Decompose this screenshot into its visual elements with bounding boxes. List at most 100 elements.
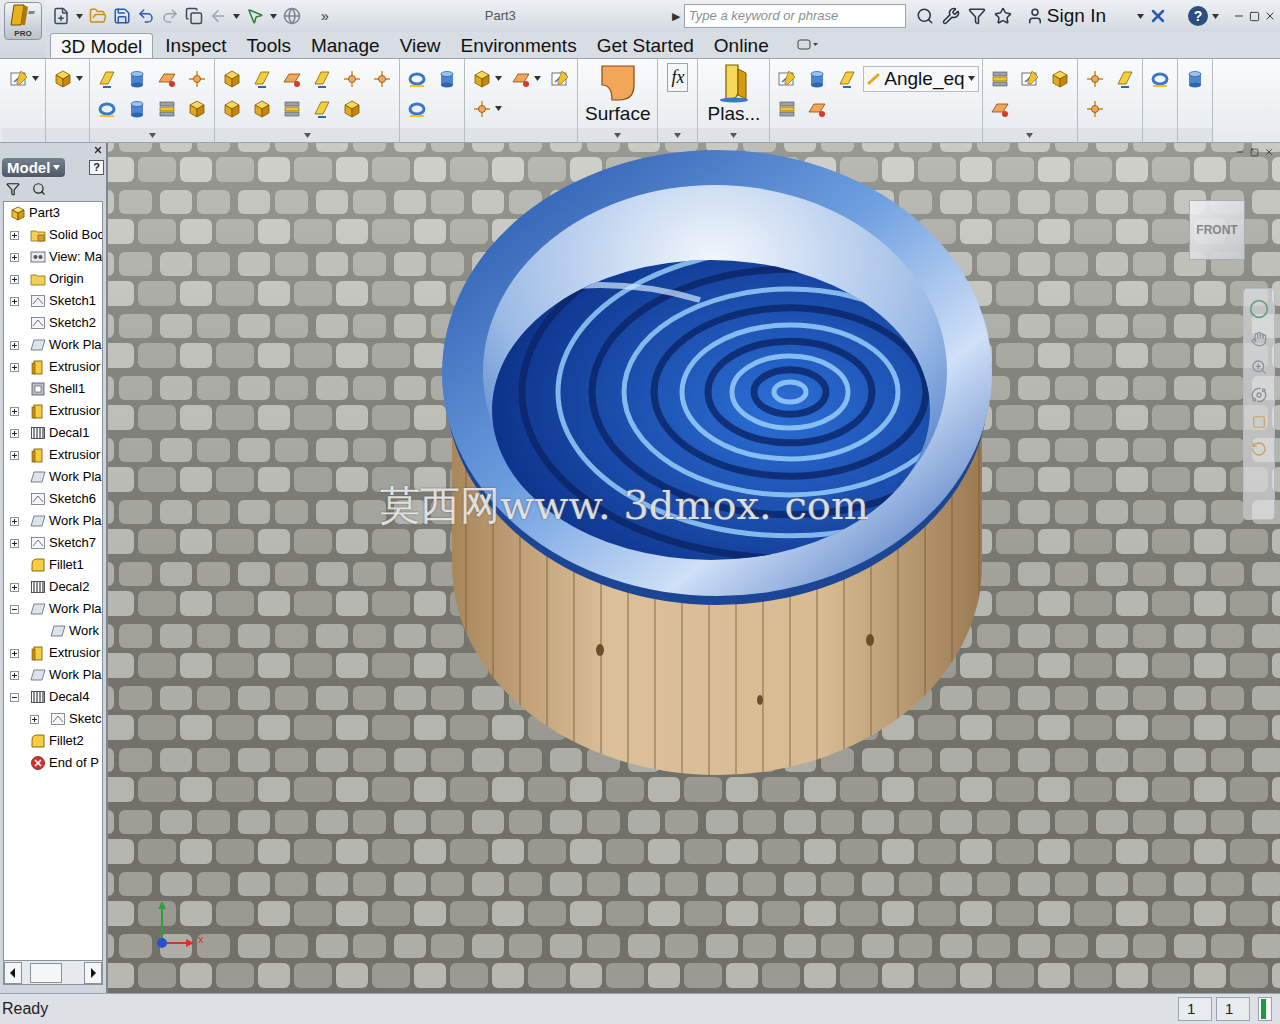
tree-item[interactable]: Work Pla [4,466,102,488]
toolbar-overflow[interactable]: » [321,6,329,27]
tree-item[interactable]: Extrusior [4,642,102,664]
tool-button[interactable] [1081,95,1109,123]
expand-icon[interactable] [10,517,19,526]
new-file-icon[interactable] [52,7,70,25]
viewport-restore-icon[interactable] [1250,148,1259,157]
find-icon[interactable] [32,182,46,196]
tree-item[interactable]: Work [4,620,102,642]
tree-item[interactable]: Sketch6 [4,488,102,510]
ribbon-tab[interactable]: Environments [452,33,584,58]
tool-button[interactable] [308,95,336,123]
ribbon-tab[interactable]: View [392,33,449,58]
sketch-button[interactable] [5,65,42,93]
tool-button[interactable] [468,95,505,123]
collapse-icon[interactable] [10,605,19,614]
tool-button[interactable] [123,95,151,123]
minimize-icon[interactable] [1233,10,1245,22]
ribbon-minimize-icon[interactable] [797,39,819,51]
tool-button[interactable] [1081,65,1109,93]
search-icon[interactable] [916,7,934,25]
tool-button[interactable] [153,65,181,93]
tool-button[interactable] [833,65,861,93]
tree-item[interactable]: Sketch1 [4,290,102,312]
pan-icon[interactable] [1251,331,1267,347]
return-icon[interactable] [209,7,227,25]
tool-button[interactable] [308,65,336,93]
tool-button[interactable] [93,95,121,123]
communication-icon[interactable] [968,7,986,25]
horizontal-scrollbar[interactable] [3,961,103,985]
expand-icon[interactable] [10,451,19,460]
expand-icon[interactable] [10,297,19,306]
tree-item[interactable]: Sketc [4,708,102,730]
sign-in-button[interactable]: Sign In [1022,2,1110,31]
tool-button[interactable] [93,65,121,93]
tree-item[interactable]: Decal2 [4,576,102,598]
tree-item[interactable]: Work Pla [4,598,102,620]
help-button[interactable]: ? [1188,6,1208,26]
bucket-model[interactable] [442,150,1058,800]
tool-button[interactable] [1111,65,1139,93]
search-field[interactable]: Type a keyword or phrase [684,4,906,28]
ribbon-tab[interactable]: Tools [239,33,299,58]
tree-item[interactable]: Extrusior [4,444,102,466]
tree-item[interactable]: Decal1 [4,422,102,444]
expand-icon[interactable] [30,715,39,724]
tree-item[interactable]: Sketch2 [4,312,102,334]
ribbon-tab[interactable]: Inspect [157,33,234,58]
expand-icon[interactable] [10,231,19,240]
tool-button[interactable] [338,65,366,93]
expand-icon[interactable] [10,275,19,284]
look-at-icon[interactable] [1251,441,1267,457]
tool-button[interactable] [368,65,396,93]
plastic-part-button[interactable]: Plas... [701,63,766,125]
tool-button[interactable] [218,95,246,123]
graphics-viewport[interactable]: FRONT莫西网www. 3dmox. comx [106,143,1280,993]
tool-button[interactable] [403,65,431,93]
tool-button[interactable] [1146,65,1174,93]
restore-icon[interactable] [1249,11,1260,22]
tool-button[interactable] [1181,65,1209,93]
tool-button[interactable] [153,95,181,123]
viewport-close-icon[interactable] [1264,147,1274,157]
view-face-icon[interactable] [1252,415,1266,429]
browser-help-button[interactable]: ? [89,160,104,175]
tool-button[interactable] [803,65,831,93]
tree-item[interactable]: Sketch7 [4,532,102,554]
browser-title[interactable]: Model [2,158,65,177]
tree-item[interactable]: Solid Boc [4,224,102,246]
tool-button[interactable] [468,65,505,93]
save-icon[interactable] [113,7,131,25]
view-cube[interactable]: FRONT [1189,200,1245,260]
collapse-icon[interactable] [10,693,19,702]
steering-wheel-icon[interactable] [1249,299,1269,319]
favorites-icon[interactable] [994,7,1012,25]
tool-button[interactable] [546,65,574,93]
tree-item[interactable]: Origin [4,268,102,290]
tree-item[interactable]: Part3 [4,202,102,224]
tool-button[interactable] [248,65,276,93]
expand-icon[interactable] [10,253,19,262]
tool-button[interactable] [278,65,306,93]
tool-button[interactable] [803,95,831,123]
close-icon[interactable] [1264,10,1276,22]
tool-button[interactable] [278,95,306,123]
tool-button[interactable] [773,95,801,123]
open-icon[interactable] [89,7,107,25]
ribbon-tab[interactable]: Get Started [589,33,702,58]
tool-button[interactable] [123,65,151,93]
tool-button[interactable] [218,65,246,93]
expand-icon[interactable] [10,341,19,350]
tool-button[interactable] [433,65,461,93]
orbit-icon[interactable] [1251,387,1267,403]
box-button[interactable] [49,65,86,93]
tree-item[interactable]: View: Ma [4,246,102,268]
tool-button[interactable] [507,65,544,93]
ribbon-tab[interactable]: 3D Model [50,33,153,58]
tree-item[interactable]: Work Pla [4,334,102,356]
copy-icon[interactable] [185,7,203,25]
appearance-icon[interactable] [283,7,301,25]
tree-item[interactable]: Fillet2 [4,730,102,752]
tree-item[interactable]: Decal4 [4,686,102,708]
surface-button[interactable]: Surface [581,63,654,125]
